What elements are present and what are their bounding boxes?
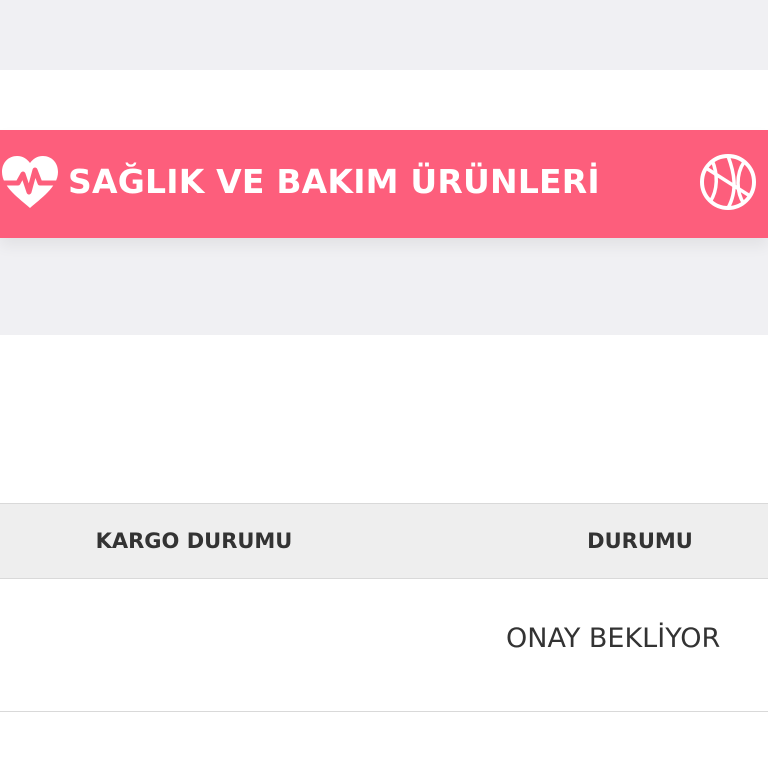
order-status-cell: ONAY BEKLİYOR: [506, 623, 721, 654]
basketball-icon[interactable]: [698, 152, 758, 212]
top-background: [0, 0, 768, 70]
table-row[interactable]: ONAY BEKLİYOR: [0, 579, 768, 712]
column-header-cargo-status: KARGO DURUMU: [95, 529, 293, 553]
orders-table-header: KARGO DURUMU DURUMU: [0, 503, 768, 579]
header-strip: [0, 70, 768, 130]
category-label[interactable]: SAĞLIK VE BAKIM ÜRÜNLERİ: [68, 160, 600, 204]
column-header-status: DURUMU: [587, 529, 693, 553]
heart-pulse-icon: [0, 152, 65, 212]
